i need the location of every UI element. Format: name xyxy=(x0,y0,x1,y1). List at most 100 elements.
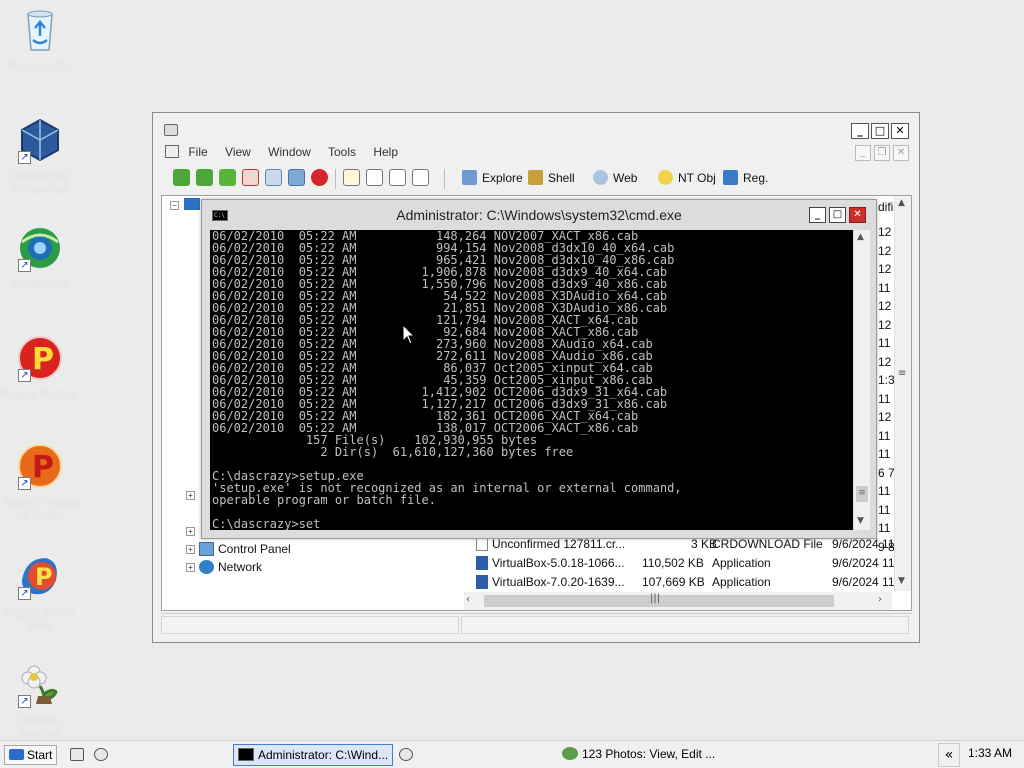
minimize-button[interactable]: _ xyxy=(851,123,869,139)
system-clock[interactable]: 1:33 AM xyxy=(940,743,1024,767)
tree-expand-toggle[interactable]: + xyxy=(186,488,199,502)
photos-app-icon xyxy=(562,747,578,760)
registry-icon xyxy=(723,170,738,185)
quick-launch-desktop-icon[interactable] xyxy=(70,748,84,761)
stop-icon[interactable] xyxy=(311,169,328,186)
menu-help[interactable]: Help xyxy=(373,145,398,159)
app-icon xyxy=(164,124,178,136)
toolbar: Explore Shell Web NT Obj Reg. xyxy=(165,167,907,191)
registry-button[interactable]: Reg. xyxy=(723,170,768,185)
menu-bar: File View Window Tools Help xyxy=(165,145,412,163)
mdi-restore-button[interactable]: ❐ xyxy=(874,145,890,161)
cascade-icon[interactable] xyxy=(366,169,383,186)
toolbar-separator xyxy=(335,169,336,189)
tile-vertical-icon[interactable] xyxy=(412,169,429,186)
back-icon[interactable] xyxy=(173,169,190,186)
console-output[interactable]: 06/02/2010 05:22 AM 148,264 NOV2007_XACT… xyxy=(210,230,853,530)
date-fragment: 12 xyxy=(878,299,892,313)
tree-expand-toggle[interactable]: + xyxy=(186,524,199,538)
svg-text:P: P xyxy=(32,450,54,485)
shell-button[interactable]: Shell xyxy=(528,170,575,185)
date-fragment: 11 xyxy=(878,447,891,461)
forward-icon[interactable] xyxy=(196,169,213,186)
quick-launch-camera-icon[interactable] xyxy=(399,748,413,761)
maximize-button[interactable]: □ xyxy=(871,123,889,139)
file-row[interactable]: VirtualBox-7.0.20-1639... 107,669 KB App… xyxy=(472,573,895,592)
cmd-title-bar[interactable]: C:\ Administrator: C:\Windows\system32\c… xyxy=(202,200,876,230)
file-size: 107,669 KB xyxy=(642,575,705,589)
desktop-icon-label: Puppy Photos of Youth xyxy=(2,496,78,522)
scroll-grip-icon[interactable]: ≡ xyxy=(898,368,906,379)
taskbar-item-cmd[interactable]: Administrator: C:\Wind... xyxy=(233,744,393,766)
cmd-maximize-button[interactable]: □ xyxy=(829,207,846,223)
desktop-icon-flowers-garden[interactable]: ↗ Flowers Garden xyxy=(2,660,78,740)
explore-button[interactable]: Explore xyxy=(462,170,523,185)
date-fragment: 11 xyxy=(878,484,891,498)
toolbar-separator xyxy=(444,169,445,189)
cmd-close-button[interactable]: ✕ xyxy=(849,207,866,223)
desktop-icon-puppy-photos-youth[interactable]: P ↗ Puppy Photos of Youth xyxy=(2,442,78,522)
mdi-minimize-button[interactable]: _ xyxy=(855,145,871,161)
home-icon[interactable] xyxy=(242,169,259,186)
scroll-down-arrow-icon[interactable]: ▼ xyxy=(857,516,864,526)
desktop-icon-label: Puppy Photo View xyxy=(5,606,75,632)
scroll-left-arrow-icon[interactable]: ‹ xyxy=(466,594,470,605)
explorer-title-bar[interactable]: _ □ ✕ xyxy=(153,113,919,145)
new-window-icon[interactable] xyxy=(343,169,360,186)
refresh-icon[interactable] xyxy=(288,169,305,186)
date-fragment: 12 xyxy=(878,262,892,276)
scroll-up-arrow-icon[interactable]: ▲ xyxy=(857,232,864,242)
menu-window[interactable]: Window xyxy=(268,145,311,159)
cmd-minimize-button[interactable]: _ xyxy=(809,207,826,223)
file-name: Unconfirmed 127811.cr... xyxy=(492,537,626,551)
desktop-icon-label: Recycle Bin xyxy=(8,60,72,73)
computer-icon xyxy=(184,198,200,210)
virtualbox-icon: ↗ xyxy=(16,116,64,164)
desktop-icon-label: Flowers Garden xyxy=(18,714,62,740)
search-icon[interactable] xyxy=(265,169,282,186)
up-icon[interactable] xyxy=(219,169,236,186)
file-row[interactable]: VirtualBox-5.0.18-1066... 110,502 KB App… xyxy=(472,554,895,573)
cmd-vertical-scrollbar[interactable]: ▲ ≡ ▼ xyxy=(853,230,870,530)
menu-file[interactable]: File xyxy=(188,145,207,159)
desktop-icon-virtualbox[interactable]: ↗ Oracle VM VirtualBox xyxy=(2,116,78,196)
column-header-date-modified[interactable]: difi xyxy=(878,200,893,214)
menu-tools[interactable]: Tools xyxy=(328,145,356,159)
taskbar-item-123-photos[interactable]: 123 Photos: View, Edit ... xyxy=(558,744,738,766)
vertical-scrollbar[interactable]: ▲ ≡ ▼ xyxy=(894,196,911,591)
tree-expand-toggle[interactable]: − xyxy=(170,198,183,212)
date-fragment: 12 xyxy=(878,410,892,424)
desktop-icon-recycle-bin[interactable]: Recycle Bin xyxy=(2,6,78,73)
taskbar: Start Administrator: C:\Wind... 123 Phot… xyxy=(0,740,1024,768)
console-text: 06/02/2010 05:22 AM 148,264 NOV2007_XACT… xyxy=(212,230,682,530)
scroll-right-arrow-icon[interactable]: › xyxy=(878,594,882,605)
status-bar xyxy=(161,613,912,635)
date-fragment: 6 7 xyxy=(878,465,895,480)
scroll-up-arrow-icon[interactable]: ▲ xyxy=(898,198,905,208)
desktop-icon-label: Oracle VM VirtualBox xyxy=(11,170,69,196)
menu-view[interactable]: View xyxy=(225,145,251,159)
date-fragment: 11 xyxy=(878,502,891,517)
tree-item-network[interactable]: + Network xyxy=(186,560,262,574)
scroll-thumb[interactable]: ≡ xyxy=(856,486,868,502)
puppy-p-logo-icon: P ↗ xyxy=(16,442,64,490)
mouse-cursor-icon xyxy=(402,324,416,345)
cmd-window-title: Administrator: C:\Windows\system32\cmd.e… xyxy=(396,207,682,223)
tree-item-control-panel[interactable]: + Control Panel xyxy=(186,542,291,556)
nt-obj-button[interactable]: NT Obj xyxy=(658,170,716,185)
svg-text:P: P xyxy=(35,563,53,591)
mdi-close-button[interactable]: ✕ xyxy=(893,145,909,161)
web-button[interactable]: Web xyxy=(593,170,637,185)
horizontal-scrollbar[interactable]: ‹ ||| › xyxy=(464,592,892,610)
tile-horizontal-icon[interactable] xyxy=(389,169,406,186)
recycle-bin-icon xyxy=(16,6,64,54)
status-cell xyxy=(161,616,459,634)
quick-launch-camera-icon[interactable] xyxy=(94,748,108,761)
command-prompt-window: C:\ Administrator: C:\Windows\system32\c… xyxy=(201,199,877,539)
desktop-icon-puppy-photo-view[interactable]: P ↗ Puppy Photo View xyxy=(2,552,78,632)
start-button[interactable]: Start xyxy=(4,745,58,765)
scroll-down-arrow-icon[interactable]: ▼ xyxy=(898,576,905,586)
desktop-icon-puppy-photos[interactable]: P ↗ Puppy Photos xyxy=(2,334,78,401)
close-button[interactable]: ✕ xyxy=(891,123,909,139)
desktop-icon-keywizard[interactable]: ↗ KeyWizard xyxy=(2,224,78,291)
